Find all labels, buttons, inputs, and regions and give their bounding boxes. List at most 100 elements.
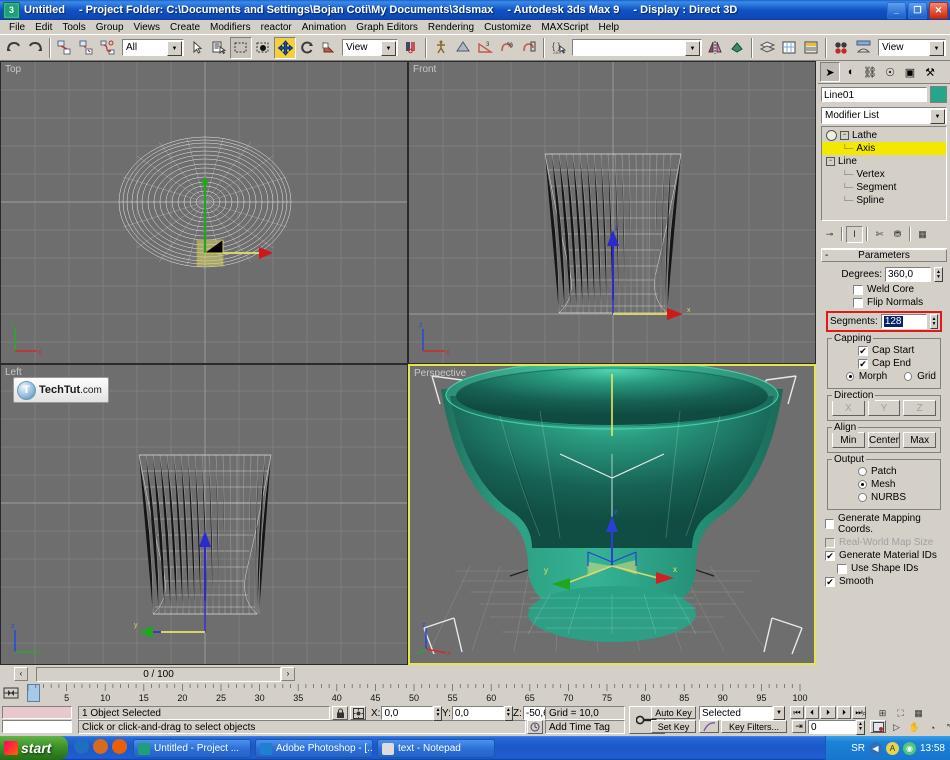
menu-item-rendering[interactable]: Rendering [423,21,479,34]
selection-filter-combo[interactable]: All ▼ [122,39,184,56]
y-coordinate-field[interactable]: Y: 0,0 ▲ ▼ [441,705,513,721]
schematic-view-icon[interactable] [800,37,822,59]
unlink-selection-icon[interactable] [76,37,98,59]
morph-radio[interactable] [846,372,854,381]
angle-snap-toggle-icon[interactable]: 3 [474,37,496,59]
mirror-icon[interactable] [704,37,726,59]
auto-key-button[interactable]: Auto Key [651,706,696,719]
viewport-perspective[interactable]: z y x Perspective z x [408,364,816,665]
task-photoshop[interactable]: Adobe Photoshop - [... [255,739,373,758]
cap-end-row[interactable]: ✔ Cap End [832,358,936,369]
time-configuration-icon[interactable] [870,720,886,733]
align-icon[interactable] [726,37,748,59]
output-patch-radio[interactable] [858,467,867,476]
track-bar[interactable]: 5 10 15 20 25 30 35 40 45 50 55 60 65 70 75 80 85 90 95 100 [0,683,950,706]
add-time-tag-field[interactable]: Add Time Tag [545,720,625,734]
object-name-input[interactable]: Line01 [821,87,927,102]
cap-start-checkbox[interactable]: ✔ [858,345,868,356]
degrees-spinner[interactable]: ▲ ▼ [934,267,943,282]
current-frame-value[interactable]: 0 [808,720,856,734]
show-end-result-icon[interactable]: Ⅰ [846,225,863,243]
menu-item-views[interactable]: Views [129,21,166,34]
modifier-stack-list[interactable]: − Lathe └─ Axis − Line └─ Vertex └─ Segment └─ Spli… [821,126,947,221]
material-editor-icon[interactable] [830,37,852,59]
select-and-link-icon[interactable] [54,37,76,59]
named-selection-set-combo[interactable]: ▼ [572,39,702,56]
make-unique-icon[interactable]: ✄ [871,226,888,243]
modifier-stack-item-lathe[interactable]: − Lathe [822,129,946,142]
chevron-down-icon[interactable]: ▼ [773,706,785,720]
layer-manager-icon[interactable] [756,37,778,59]
flip-normals-row[interactable]: Flip Normals [825,297,943,308]
current-frame-spinner-field[interactable]: 0 ▲ ▼ [808,719,865,735]
output-option-patch-row[interactable]: Patch [832,466,936,477]
segments-spinner[interactable]: ▲ ▼ [929,314,938,329]
menu-item-graph-editors[interactable]: Graph Editors [351,21,423,34]
align-center-button[interactable]: Center [867,432,901,448]
modifier-stack-item-line[interactable]: − Line [822,155,946,168]
redo-icon[interactable] [24,37,46,59]
viewport-left[interactable]: y Left z y T TechTut.com [0,364,408,665]
viewport-front[interactable]: z x Front z x [408,61,816,364]
parameters-rollout-header[interactable]: - Parameters [821,249,947,262]
zoom-all-icon[interactable]: ⊞ [874,706,891,721]
use-pivot-point-center-icon[interactable] [400,37,422,59]
output-option-nurbs-row[interactable]: NURBS [832,492,936,503]
menu-item-edit[interactable]: Edit [30,21,57,34]
x-coordinate-field[interactable]: X: 0,0 ▲ ▼ [370,705,443,721]
select-and-manipulate-icon[interactable] [430,37,452,59]
network-icon[interactable]: A [885,741,899,755]
reference-coordinate-combo[interactable]: View ▼ [342,39,398,56]
menu-item-modifiers[interactable]: Modifiers [205,21,256,34]
menu-item-customize[interactable]: Customize [479,21,536,34]
x-value[interactable]: 0,0 [381,706,434,720]
tab-motion[interactable]: ☉ [880,62,900,82]
time-tag-icon[interactable] [527,720,543,734]
configure-modifier-sets-icon[interactable]: ▦ [914,226,931,243]
menu-item-create[interactable]: Create [165,21,205,34]
generate-mapping-coords-row[interactable]: Generate Mapping Coords. [825,513,943,535]
modifier-list-dropdown[interactable]: Modifier List ▼ [821,107,947,124]
undo-icon[interactable] [2,37,24,59]
goto-frame-icon[interactable]: ⇥ [792,720,806,733]
percent-snap-toggle-icon[interactable]: % [496,37,518,59]
tab-modify[interactable]: ◖ [840,62,860,82]
current-frame-spinner[interactable]: ▲ ▼ [856,719,865,735]
restore-button[interactable]: ❐ [908,2,927,19]
tab-hierarchy[interactable]: ⛓ [860,62,880,82]
named-selection-sets-icon[interactable]: { } ABC [548,37,570,59]
menu-item-maxscript[interactable]: MAXScript [536,21,593,34]
degrees-input[interactable]: 360,0 [885,267,931,282]
generate-material-ids-checkbox[interactable]: ✔ [825,550,835,561]
task-3dsmax[interactable]: Untitled - Project ... [133,739,251,758]
internet-explorer-icon[interactable] [74,739,89,754]
chevron-down-icon[interactable]: ▼ [381,41,396,56]
menu-item-tools[interactable]: Tools [57,21,90,34]
select-and-move-icon[interactable] [274,36,296,59]
smooth-row[interactable]: ✔ Smooth [825,576,943,587]
goto-start-icon[interactable]: ⏮ [790,706,804,719]
flip-normals-checkbox[interactable] [853,297,863,308]
close-button[interactable]: ✕ [929,2,948,19]
cap-end-checkbox[interactable]: ✔ [858,358,868,369]
set-key-button[interactable]: Set Key [651,720,696,733]
spinner-snap-toggle-icon[interactable] [518,37,540,59]
expand-collapse-icon[interactable]: − [826,157,835,166]
menu-item-reactor[interactable]: reactor [256,21,297,34]
prev-frame-button[interactable]: ‹ [14,667,28,681]
chevron-down-icon[interactable]: ▼ [167,41,182,56]
menu-item-help[interactable]: Help [594,21,625,34]
selection-lock-icon[interactable] [332,706,348,720]
field-of-view-icon[interactable]: ▷ [888,720,905,735]
smooth-checkbox[interactable]: ✔ [825,576,835,587]
clock[interactable]: 13:58 [920,743,945,754]
maxscript-mini-listener-white[interactable] [2,720,72,733]
modifier-stack-item-segment[interactable]: └─ Segment [822,181,946,194]
volume-icon[interactable]: ◀ [868,741,882,755]
rectangular-selection-region-icon[interactable] [230,36,252,59]
arc-rotate-icon[interactable]: ◔ [924,720,941,735]
maxscript-mini-listener-pink[interactable] [2,706,72,719]
open-mini-curve-editor-icon[interactable] [2,685,20,701]
tray-language-indicator[interactable]: SR [851,743,865,754]
light-bulb-icon[interactable] [826,130,837,141]
